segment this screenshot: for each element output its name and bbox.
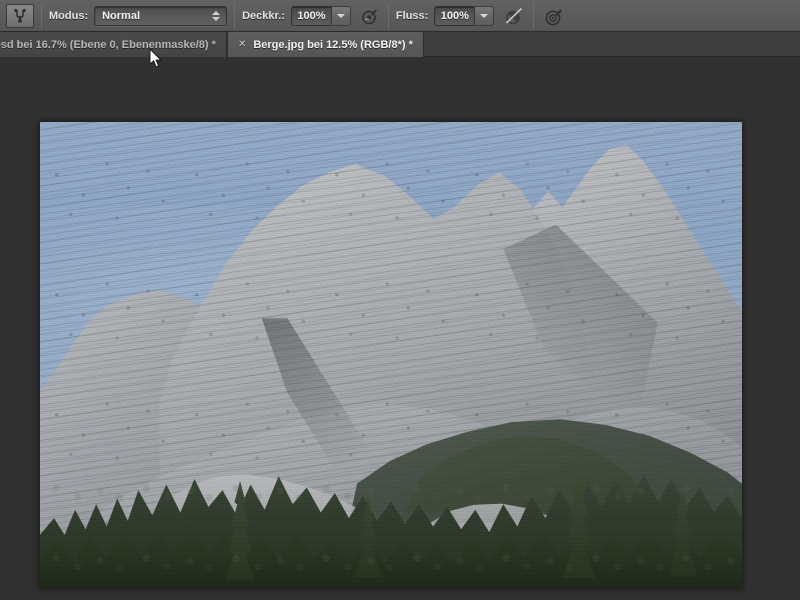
document-tab-psd[interactable]: psd bei 16.7% (Ebene 0, Ebenenmaske/8) *: [0, 32, 227, 57]
opacity-label: Deckkr.:: [242, 9, 285, 22]
document-tab-psd-label: psd bei 16.7% (Ebene 0, Ebenenmaske/8) *: [0, 38, 216, 51]
flow-label: Fluss:: [395, 9, 429, 22]
toolbar-separator-1: [41, 2, 42, 29]
mountain-photograph: [40, 122, 742, 588]
brush-tool-preset-icon[interactable]: [6, 3, 34, 28]
flow-input[interactable]: 100%: [434, 5, 475, 26]
toolbar-separator-2: [234, 2, 236, 29]
opacity-pressure-airbrush-icon[interactable]: [357, 4, 381, 28]
foliage-noise: [40, 438, 742, 588]
opacity-input[interactable]: 100%: [290, 5, 331, 26]
document-tab-berge-label: Berge.jpg bei 12.5% (RGB/8*) *: [253, 38, 413, 51]
toolbar-separator-4: [533, 2, 535, 29]
flow-control[interactable]: 100%: [434, 5, 495, 26]
tool-options-bar: Modus: Normal Deckkr.: 100% Fluss: 100%: [0, 0, 800, 32]
toolbar-separator-3: [387, 2, 389, 29]
document-canvas[interactable]: [40, 122, 742, 588]
blend-mode-value: Normal: [102, 9, 141, 22]
document-tab-bar[interactable]: psd bei 16.7% (Ebene 0, Ebenenmaske/8) *…: [0, 32, 800, 57]
flow-pressure-disabled-icon[interactable]: [502, 4, 526, 28]
mode-label: Modus:: [49, 9, 89, 22]
chevron-updown-icon: [212, 10, 221, 21]
close-icon[interactable]: ✕: [238, 39, 246, 50]
flow-slider-dropdown-button[interactable]: [474, 5, 495, 26]
document-tab-berge[interactable]: ✕ Berge.jpg bei 12.5% (RGB/8*) *: [226, 32, 424, 57]
opacity-control[interactable]: 100%: [290, 5, 351, 26]
opacity-slider-dropdown-button[interactable]: [330, 5, 351, 26]
photoshop-window: Modus: Normal Deckkr.: 100% Fluss: 100% …: [0, 0, 800, 600]
blend-mode-select[interactable]: Normal: [94, 5, 228, 26]
airbrush-toggle-icon[interactable]: [541, 4, 565, 28]
